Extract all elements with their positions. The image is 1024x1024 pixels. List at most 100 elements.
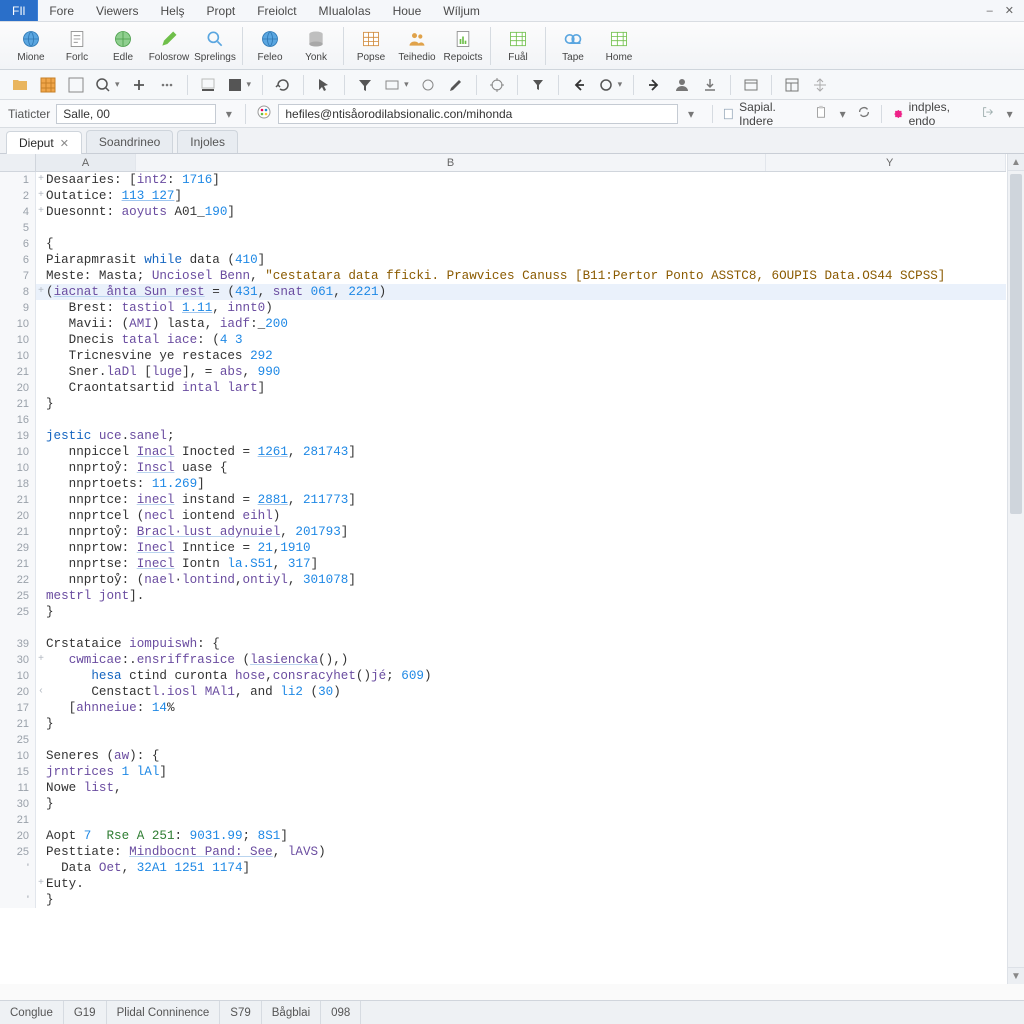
select-all-corner[interactable]: [0, 154, 36, 172]
menu-item-4[interactable]: Freiolct: [246, 0, 307, 21]
code-row[interactable]: 21 nnprtoẙ: Bracl·lust adynuiel, 201793]: [0, 524, 1006, 540]
ribbon-forlc[interactable]: Forlc: [54, 24, 100, 68]
vertical-scrollbar[interactable]: ▲ ▼: [1007, 154, 1024, 984]
code-cell[interactable]: jrntrices 1 lAl]: [46, 764, 1006, 780]
code-row[interactable]: [0, 620, 1006, 636]
tab-injoles[interactable]: Injoles: [177, 130, 238, 153]
code-cell[interactable]: nnprtow: Inecl Inntice = 21,1910: [46, 540, 1006, 556]
code-row[interactable]: 8+(iacnat ånta Sun rest = (431, snat 061…: [0, 284, 1006, 300]
code-cell[interactable]: Tricnesvine ye restaces 292: [46, 348, 1006, 364]
code-row[interactable]: 2+Outatice: 113 127]: [0, 188, 1006, 204]
chip2-dropdown-icon[interactable]: ▾: [1003, 107, 1016, 121]
code-cell[interactable]: [46, 732, 1006, 748]
ribbon-home[interactable]: Home: [596, 24, 642, 68]
code-row[interactable]: 7Meste: Masta; Unciosel Benn, "cestatara…: [0, 268, 1006, 284]
code-cell[interactable]: Dnecis tatal iace: (4 3: [46, 332, 1006, 348]
person-icon[interactable]: [670, 74, 694, 96]
code-cell[interactable]: Duesonnt: aoyuts A01_190]: [46, 204, 1006, 220]
exit-icon[interactable]: [981, 105, 995, 122]
funnel-icon[interactable]: [526, 74, 550, 96]
code-cell[interactable]: [46, 220, 1006, 236]
code-row[interactable]: 10 Tricnesvine ye restaces 292: [0, 348, 1006, 364]
code-cell[interactable]: Brest: tastiol 1.11, innt0): [46, 300, 1006, 316]
code-cell[interactable]: Aopt 7 Rse A 251: 9031.99; 8S1]: [46, 828, 1006, 844]
code-row[interactable]: 10 nnpiccel Inacl Inocted = 1261, 281743…: [0, 444, 1006, 460]
close-icon[interactable]: ✕: [1005, 4, 1014, 17]
code-row[interactable]: 19jestic uce.sanel;: [0, 428, 1006, 444]
ribbon-popse[interactable]: Popse: [348, 24, 394, 68]
menu-file[interactable]: FIl: [0, 0, 38, 21]
window-icon[interactable]: [739, 74, 763, 96]
code-row[interactable]: 21 nnprtse: Inecl Iontn la.S51, 317]: [0, 556, 1006, 572]
menu-item-5[interactable]: MIualoIas: [308, 0, 382, 21]
tab-dieput[interactable]: Dieput✕: [6, 131, 82, 154]
code-row[interactable]: 18 nnprtoets: 11.269]: [0, 476, 1006, 492]
move-icon[interactable]: [808, 74, 832, 96]
code-cell[interactable]: Mavii: (AMI) lasta, iadf:_200: [46, 316, 1006, 332]
code-row[interactable]: 15jrntrices 1 lAl]: [0, 764, 1006, 780]
code-cell[interactable]: Desaaries: [int2: 1716]: [46, 172, 1006, 188]
col-hdr-y[interactable]: Y: [766, 154, 1006, 171]
scroll-thumb[interactable]: [1010, 174, 1022, 514]
tab-close-icon[interactable]: ✕: [60, 137, 69, 150]
code-cell[interactable]: Piarapmrasit while data (410]: [46, 252, 1006, 268]
code-row[interactable]: 25Pesttiate: Mindbocnt Pand: See, lAVS): [0, 844, 1006, 860]
code-cell[interactable]: nnprtse: Inecl Iontn la.S51, 317]: [46, 556, 1006, 572]
folder-icon[interactable]: [8, 74, 32, 96]
code-cell[interactable]: jestic uce.sanel;: [46, 428, 1006, 444]
code-cell[interactable]: Crstataice iompuiswh: {: [46, 636, 1006, 652]
code-row[interactable]: 1+Desaaries: [int2: 1716]: [0, 172, 1006, 188]
puzzle-chip[interactable]: indples, endo: [892, 100, 973, 128]
url-dropdown-icon[interactable]: ▾: [684, 107, 697, 121]
plus-icon[interactable]: [127, 74, 151, 96]
zero-icon[interactable]: ▾: [595, 74, 626, 96]
code-row[interactable]: 10 nnprtoẙ: Inscl uase {: [0, 460, 1006, 476]
code-cell[interactable]: nnprtoẙ: Bracl·lust adynuiel, 201793]: [46, 524, 1006, 540]
code-row[interactable]: 20Aopt 7 Rse A 251: 9031.99; 8S1]: [0, 828, 1006, 844]
code-cell[interactable]: nnpiccel Inacl Inocted = 1261, 281743]: [46, 444, 1006, 460]
code-row[interactable]: 16: [0, 412, 1006, 428]
code-cell[interactable]: Meste: Masta; Unciosel Benn, "cestatara …: [46, 268, 1006, 284]
code-row[interactable]: 29 nnprtow: Inecl Inntice = 21,1910: [0, 540, 1006, 556]
download-icon[interactable]: [698, 74, 722, 96]
table-outline-icon[interactable]: [64, 74, 88, 96]
menu-item-0[interactable]: Fore: [38, 0, 85, 21]
ribbon-fuål[interactable]: Fuål: [495, 24, 541, 68]
menu-item-1[interactable]: Viewers: [85, 0, 149, 21]
code-cell[interactable]: Sner.laDl [luge], = abs, 990: [46, 364, 1006, 380]
code-row[interactable]: 10 Dnecis tatal iace: (4 3: [0, 332, 1006, 348]
code-row[interactable]: 5: [0, 220, 1006, 236]
code-row[interactable]: 21: [0, 812, 1006, 828]
code-row[interactable]: 17 [ahnneiue: 14%: [0, 700, 1006, 716]
code-row[interactable]: 21}: [0, 396, 1006, 412]
refresh-icon[interactable]: [271, 74, 295, 96]
code-cell[interactable]: }: [46, 892, 1006, 908]
sync-icon[interactable]: [857, 105, 871, 122]
minimize-icon[interactable]: –: [987, 5, 993, 17]
border-all-icon[interactable]: ▾: [224, 74, 255, 96]
ribbon-folosrow[interactable]: Folosrow: [146, 24, 192, 68]
pointer-icon[interactable]: [312, 74, 336, 96]
code-row[interactable]: 20 Craontatsartid intal lart]: [0, 380, 1006, 396]
code-row[interactable]: 10Seneres (aw): {: [0, 748, 1006, 764]
code-row[interactable]: '}: [0, 892, 1006, 908]
code-cell[interactable]: [46, 620, 1006, 636]
code-row[interactable]: 39Crstataice iompuiswh: {: [0, 636, 1006, 652]
code-row[interactable]: 20 nnprtcel (necl iontend eihl): [0, 508, 1006, 524]
search-icon[interactable]: ▾: [92, 74, 123, 96]
code-row[interactable]: 6Piarapmrasit while data (410]: [0, 252, 1006, 268]
code-cell[interactable]: [ahnneiue: 14%: [46, 700, 1006, 716]
name-box[interactable]: Salle, 00: [56, 104, 216, 124]
ribbon-yonk[interactable]: Yonk: [293, 24, 339, 68]
code-cell[interactable]: [46, 812, 1006, 828]
status-cell-4[interactable]: Bågblai: [262, 1001, 321, 1024]
code-cell[interactable]: nnprtoẙ: (nael·lontind,ontiyl, 301078]: [46, 572, 1006, 588]
chip-dropdown-icon[interactable]: ▾: [836, 107, 849, 121]
status-cell-0[interactable]: Conglue: [0, 1001, 64, 1024]
ribbon-repoicts[interactable]: Repoicts: [440, 24, 486, 68]
code-row[interactable]: 10 Mavii: (AMI) lasta, iadf:_200: [0, 316, 1006, 332]
code-cell[interactable]: nnprtce: inecl instand = 2881, 211773]: [46, 492, 1006, 508]
ribbon-feleo[interactable]: Feleo: [247, 24, 293, 68]
code-row[interactable]: 21 nnprtce: inecl instand = 2881, 211773…: [0, 492, 1006, 508]
border-bottom-icon[interactable]: [196, 74, 220, 96]
